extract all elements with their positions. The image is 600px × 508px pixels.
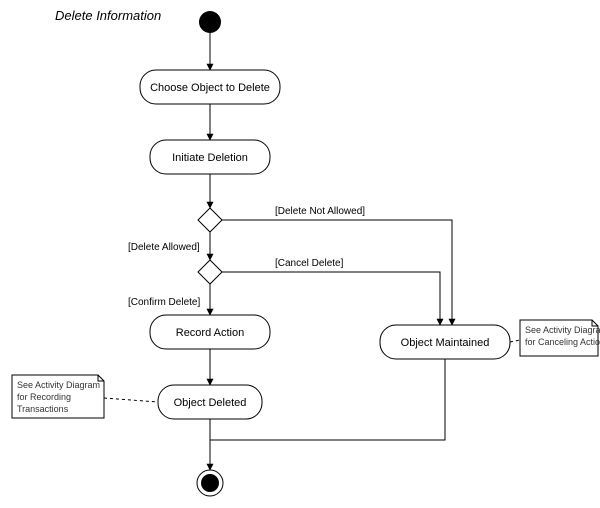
- guard-delete-allowed: [Delete Allowed]: [128, 242, 200, 253]
- guard-confirm-delete: [Confirm Delete]: [128, 297, 200, 308]
- note-recording-l2: for Recording: [17, 392, 71, 402]
- activity-object-maintained-label: Object Maintained: [401, 337, 490, 349]
- activity-diagram: Delete Information Choose Object to Dele…: [0, 0, 600, 508]
- note-recording-l1: See Activity Diagram: [17, 380, 100, 390]
- diagram-title: Delete Information: [55, 8, 161, 23]
- note-canceling-l1: See Activity Diagram: [525, 325, 600, 335]
- activity-choose-object-label: Choose Object to Delete: [150, 82, 270, 94]
- note-recording-transactions: See Activity Diagram for Recording Trans…: [12, 375, 104, 418]
- activity-object-deleted-label: Object Deleted: [174, 397, 247, 409]
- guard-cancel-delete: [Cancel Delete]: [275, 258, 344, 269]
- note-recording-connector: [104, 398, 158, 402]
- guard-delete-not-allowed: [Delete Not Allowed]: [275, 206, 365, 217]
- note-canceling-actions: See Activity Diagram for Canceling Actio…: [520, 320, 600, 356]
- note-canceling-l2: for Canceling Actions: [525, 337, 600, 347]
- decision-confirm: [198, 260, 222, 284]
- note-canceling-connector: [510, 340, 520, 342]
- note-recording-l3: Transactions: [17, 404, 69, 414]
- decision-allowed: [198, 208, 222, 232]
- final-node: [197, 470, 223, 496]
- activity-record-action-label: Record Action: [176, 327, 244, 339]
- activity-initiate-deletion-label: Initiate Deletion: [172, 152, 248, 164]
- initial-node: [199, 11, 221, 33]
